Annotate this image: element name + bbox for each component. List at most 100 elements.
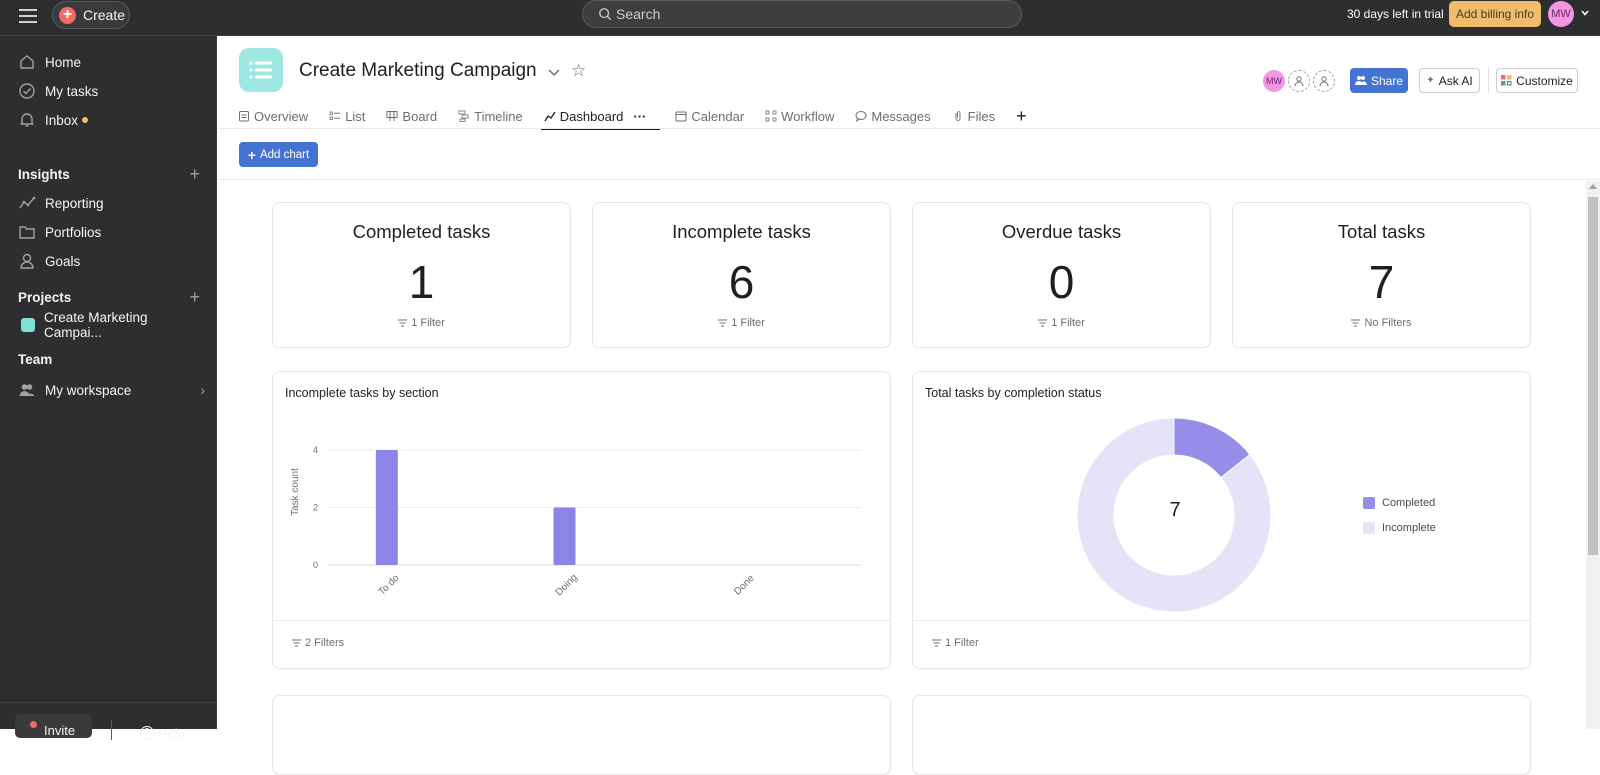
section-title: Projects (18, 290, 72, 305)
member-avatar[interactable]: MW (1263, 70, 1285, 92)
sidebar-item-label: My workspace (45, 382, 132, 398)
tab-files[interactable]: Files (952, 103, 995, 129)
stat-value: 0 (1048, 256, 1075, 308)
plus-icon: + (59, 6, 76, 24)
page-title: Create Marketing Campaign (299, 60, 537, 81)
add-member-icon[interactable] (1288, 70, 1310, 92)
ask-ai-button[interactable]: ✦ Ask AI (1419, 68, 1480, 93)
add-insight-icon[interactable]: + (189, 164, 200, 185)
filter-label: 2 Filters (305, 637, 345, 649)
legend-item[interactable]: Incomplete (1363, 522, 1436, 534)
overview-icon (239, 111, 249, 122)
scroll-thumb[interactable] (1588, 197, 1598, 555)
project-header: Create Marketing Campaign ☆ MW Share ✦ A… (218, 37, 1600, 131)
message-icon (855, 111, 867, 122)
add-chart-label: Add chart (259, 148, 310, 161)
filter-link[interactable]: 2 Filters (292, 637, 344, 649)
y-tick-label: 2 (313, 503, 318, 513)
chevron-down-icon[interactable] (547, 65, 561, 79)
add-project-icon[interactable]: + (189, 287, 200, 308)
stat-value: 6 (728, 256, 755, 308)
stat-title: Completed tasks (352, 221, 491, 242)
y-tick-label: 0 (313, 560, 318, 570)
sidebar-item-my-tasks[interactable]: My tasks (18, 79, 203, 103)
tab-calendar[interactable]: Calendar (675, 103, 744, 129)
tab-workflow[interactable]: Workflow (765, 103, 834, 129)
stat-card-overdue[interactable]: Overdue tasks 0 1 Filter (912, 202, 1211, 348)
sidebar-item-portfolios[interactable]: Portfolios (18, 220, 203, 244)
filter-label: No Filters (1364, 317, 1412, 329)
chart-footer: 1 Filter (913, 620, 1530, 668)
chevron-right-icon[interactable]: › (200, 382, 205, 398)
filter-icon (398, 319, 408, 327)
filter-link[interactable]: 1 Filter (913, 317, 1210, 329)
tab-label: Files (967, 108, 996, 124)
filter-icon (1351, 319, 1361, 327)
sidebar-item-label: Portfolios (45, 224, 102, 240)
sidebar-item-goals[interactable]: Goals (18, 249, 203, 273)
tab-list[interactable]: List (329, 103, 365, 129)
legend-item[interactable]: Completed (1363, 497, 1436, 509)
chart-card-partial[interactable] (272, 695, 891, 775)
scroll-up-arrow-icon[interactable] (1589, 184, 1597, 189)
sidebar-item-label: Inbox (45, 112, 79, 128)
dashboard-canvas: Completed tasks 1 1 Filter Incomplete ta… (218, 181, 1586, 775)
search-input[interactable]: Search (582, 0, 1022, 28)
y-tick-label: 4 (313, 445, 318, 455)
dashboard-icon (544, 111, 556, 122)
tab-timeline[interactable]: Timeline (458, 103, 523, 129)
sidebar-item-home[interactable]: Home (18, 50, 203, 74)
stat-card-total[interactable]: Total tasks 7 No Filters (1232, 202, 1531, 348)
people-icon (1354, 76, 1367, 85)
customize-button[interactable]: Customize (1496, 68, 1578, 93)
project-list-icon[interactable] (239, 48, 283, 92)
menu-icon[interactable] (19, 9, 37, 25)
tab-overview[interactable]: Overview (238, 103, 308, 129)
invite-dot-icon (30, 721, 37, 728)
chevron-down-icon[interactable] (1580, 8, 1590, 18)
share-button[interactable]: Share (1350, 68, 1408, 93)
tab-label: Calendar (691, 108, 745, 124)
bar[interactable] (553, 507, 576, 566)
dashboard-toolbar: + Add chart (218, 130, 1600, 180)
create-label: Create (83, 7, 126, 23)
chart-card-partial[interactable] (912, 695, 1531, 775)
search-placeholder: Search (616, 6, 661, 22)
projects-header: Projects + (18, 287, 200, 308)
sidebar-divider (0, 702, 217, 703)
create-button[interactable]: + Create (52, 1, 130, 29)
add-billing-button[interactable]: Add billing info (1449, 1, 1541, 27)
donut-chart-card[interactable]: Total tasks by completion status 7 Compl… (912, 371, 1531, 669)
workflow-icon (765, 110, 777, 122)
sidebar-item-my-workspace[interactable]: My workspace › (18, 378, 205, 402)
bar[interactable] (375, 450, 398, 565)
scrollbar[interactable] (1586, 181, 1600, 729)
bar-chart-card[interactable]: Incomplete tasks by section Task count 0… (272, 371, 891, 669)
invite-button[interactable]: Invite (15, 714, 92, 738)
tab-messages[interactable]: Messages (855, 103, 931, 129)
tab-dashboard[interactable]: Dashboard ··· (540, 103, 660, 131)
donut-center-label: 7 (1169, 499, 1180, 521)
add-member-icon[interactable] (1313, 70, 1335, 92)
help-button[interactable]: ? Help (140, 726, 185, 741)
sidebar-item-inbox[interactable]: Inbox (18, 108, 203, 132)
sidebar-item-reporting[interactable]: Reporting (18, 191, 203, 215)
more-options-icon[interactable]: ··· (633, 109, 646, 124)
stat-title: Total tasks (1337, 221, 1426, 242)
star-icon[interactable]: ☆ (571, 61, 586, 81)
filter-link[interactable]: 1 Filter (273, 317, 570, 329)
filter-link[interactable]: 1 Filter (932, 637, 979, 649)
add-chart-button[interactable]: + Add chart (239, 142, 318, 167)
stat-card-completed[interactable]: Completed tasks 1 1 Filter (272, 202, 571, 348)
sidebar-project-item[interactable]: Create Marketing Campai... (18, 310, 203, 340)
add-tab-icon[interactable]: + (1016, 106, 1027, 127)
filter-link[interactable]: No Filters (1233, 317, 1530, 329)
stat-card-incomplete[interactable]: Incomplete tasks 6 1 Filter (592, 202, 891, 348)
project-color-swatch (21, 318, 35, 332)
filter-link[interactable]: 1 Filter (593, 317, 890, 329)
user-avatar[interactable]: MW (1548, 1, 1574, 27)
tab-label: Timeline (474, 108, 523, 124)
section-title: Team (18, 352, 53, 367)
tab-board[interactable]: Board (386, 103, 437, 129)
members-list[interactable]: MW (1263, 70, 1335, 92)
